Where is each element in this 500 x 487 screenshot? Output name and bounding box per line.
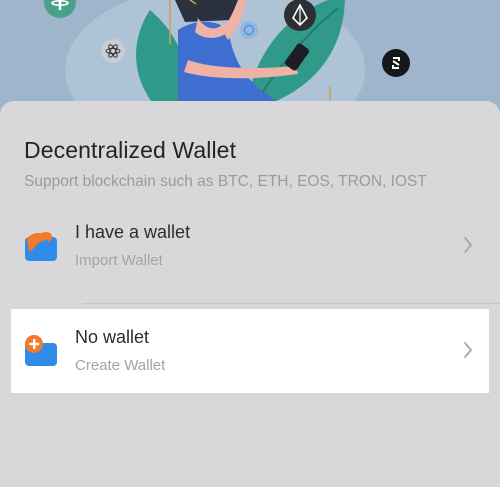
eos-coin-icon (284, 0, 316, 31)
sheet-subtitle: Support blockchain such as BTC, ETH, EOS… (24, 173, 427, 190)
create-wallet-option[interactable]: No wallet Create Wallet (11, 309, 489, 393)
import-wallet-sublabel: Import Wallet (75, 252, 163, 269)
import-wallet-icon (25, 232, 57, 261)
create-wallet-sublabel: Create Wallet (75, 357, 166, 374)
option-divider (82, 303, 500, 304)
sheet-title: Decentralized Wallet (24, 137, 237, 163)
import-wallet-label: I have a wallet (75, 222, 191, 242)
chevron-right-icon (464, 237, 472, 253)
wallet-sheet: Decentralized Wallet Support blockchain … (0, 101, 500, 487)
chevron-right-icon (464, 342, 472, 358)
create-wallet-label: No wallet (75, 327, 150, 347)
tether-coin-icon (44, 0, 76, 18)
s-coin-icon (382, 49, 410, 77)
atom-coin-icon (101, 39, 125, 63)
create-wallet-icon (25, 335, 57, 366)
import-wallet-option[interactable]: I have a wallet Import Wallet (11, 204, 489, 288)
small-coin-icon (240, 21, 258, 39)
